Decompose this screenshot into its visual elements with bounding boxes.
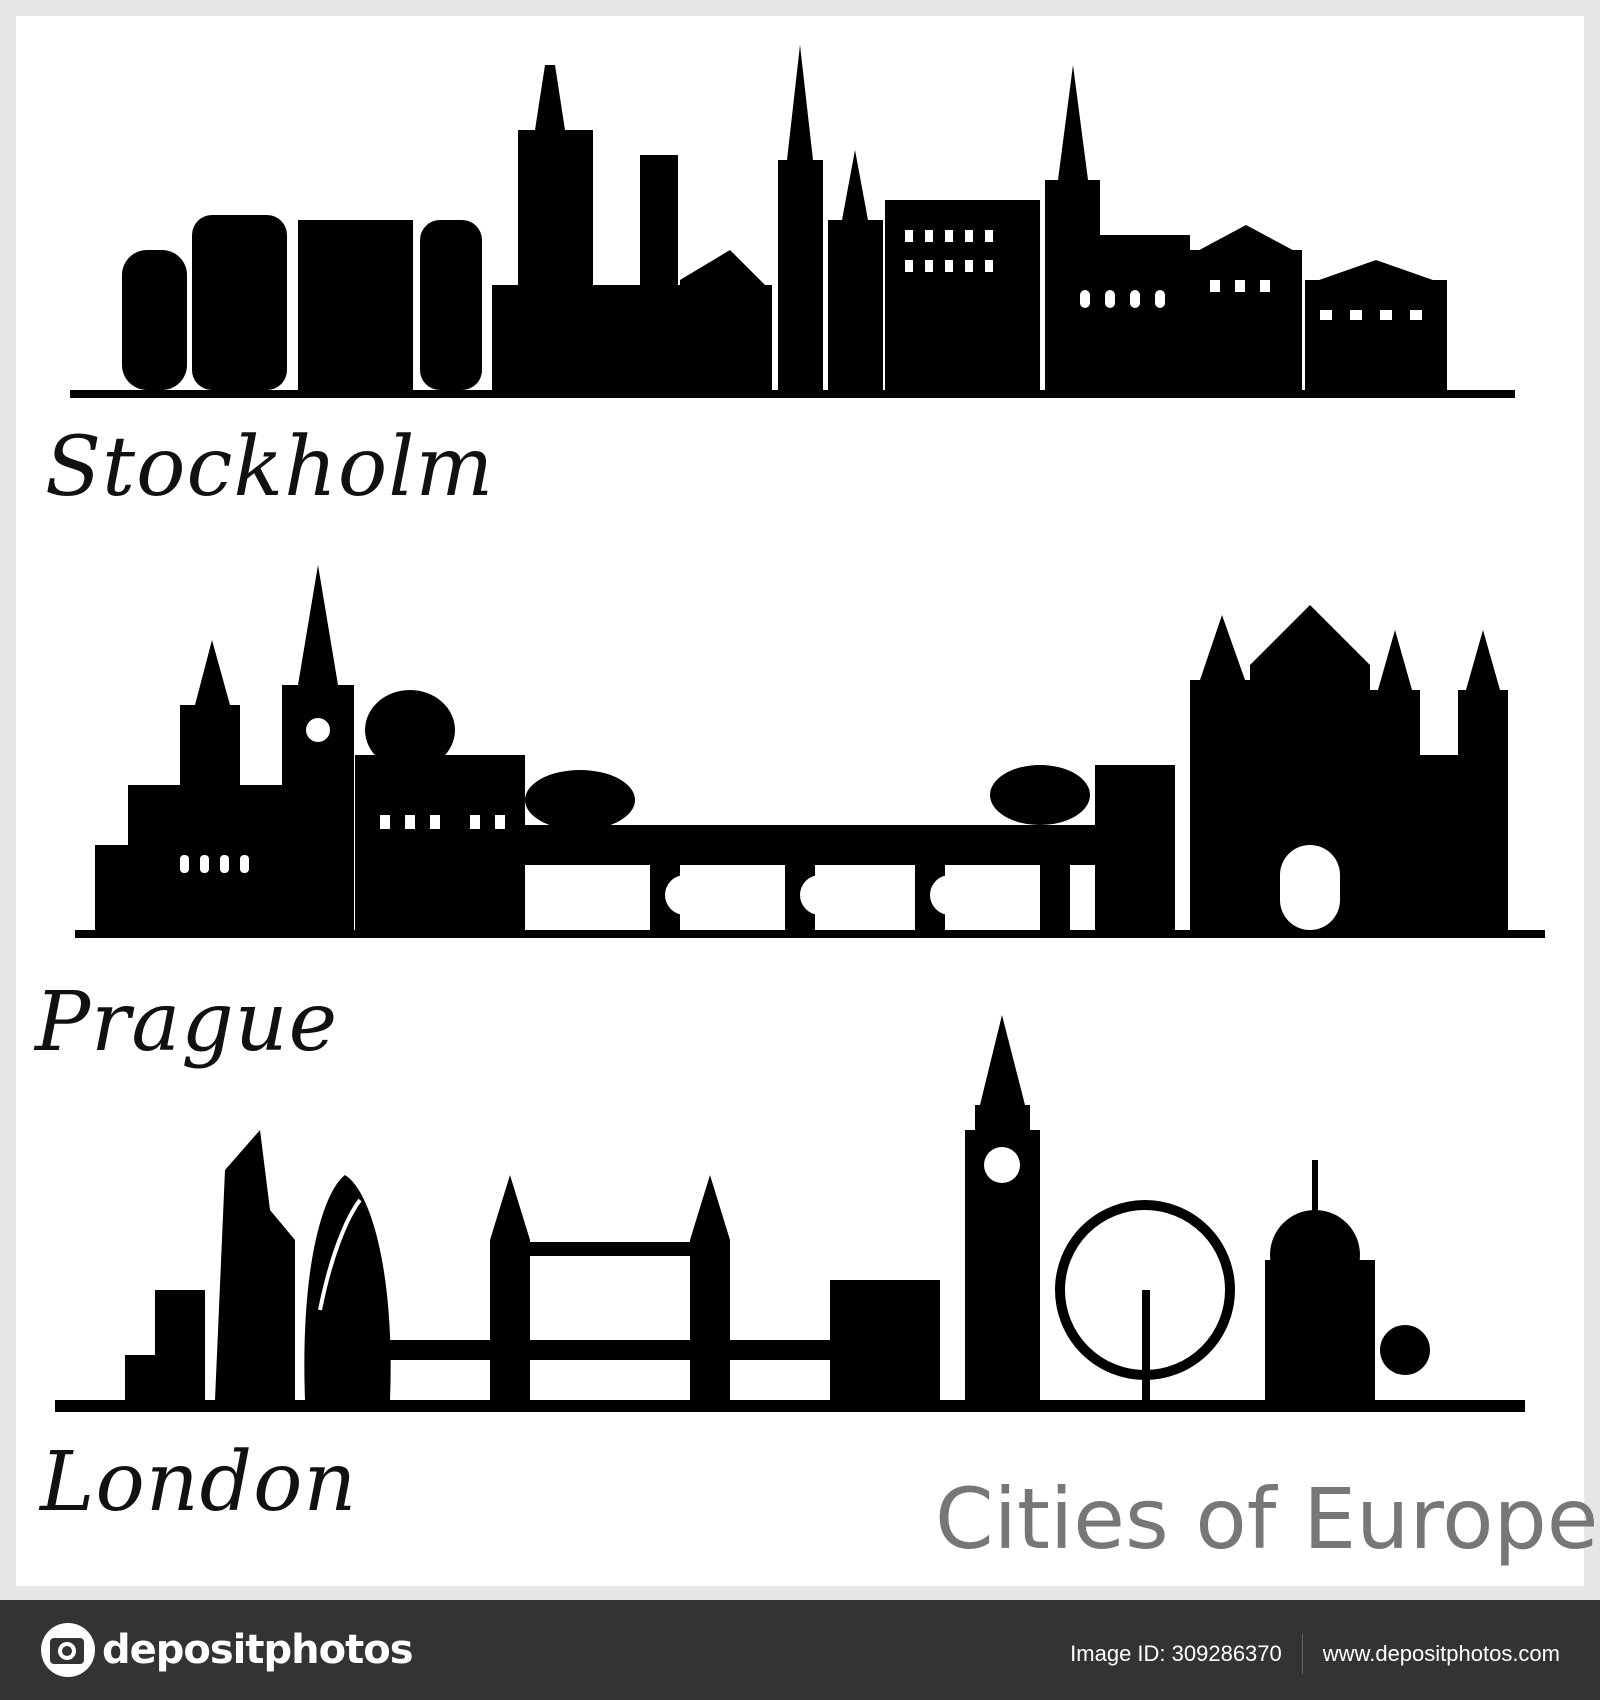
divider: [1301, 1634, 1303, 1674]
camera-icon: [41, 1623, 95, 1677]
tagline: Cities of Europe: [935, 1470, 1599, 1568]
depositphotos-logo: depositphotos: [40, 1622, 414, 1678]
stockholm-label: Stockholm: [45, 420, 495, 515]
website-link[interactable]: www.depositphotos.com: [1323, 1641, 1560, 1667]
london-skyline: [55, 1015, 1525, 1412]
image-id: Image ID: 309286370: [1070, 1641, 1282, 1666]
london-label: London: [40, 1435, 358, 1530]
footer-bar: depositphotos Image ID: 309286370 www.de…: [0, 1600, 1600, 1700]
prague-skyline: [75, 565, 1545, 938]
stockholm-skyline: [70, 45, 1515, 398]
brand-name: depositphotos: [102, 1627, 414, 1673]
